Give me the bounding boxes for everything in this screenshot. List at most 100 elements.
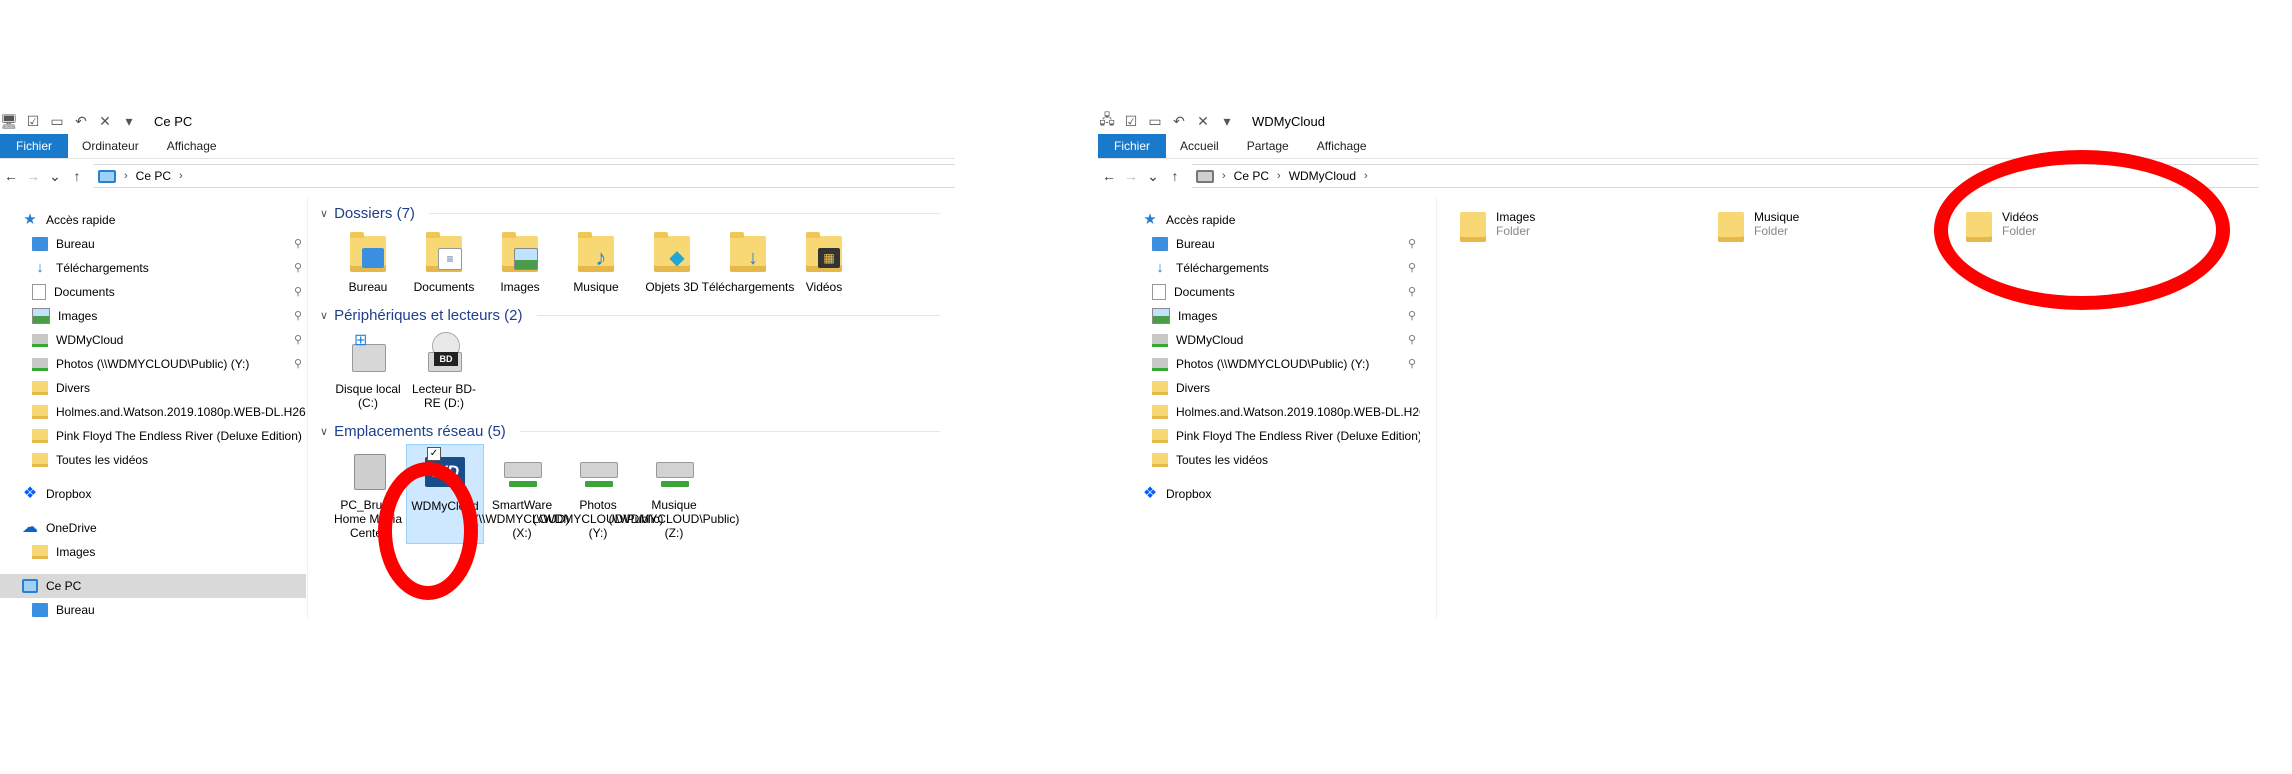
- nav-item[interactable]: Ce PC: [0, 574, 306, 598]
- pin-icon[interactable]: ⚲: [1408, 261, 1416, 274]
- properties-icon[interactable]: ☑: [1122, 112, 1140, 130]
- nav-item[interactable]: ★ Accès rapide: [0, 208, 306, 232]
- group-header-dossiers[interactable]: ∨ Dossiers (7): [320, 200, 940, 226]
- tile-label: Musique: [573, 280, 619, 294]
- nav-item[interactable]: Photos (\\WDMYCLOUD\Public) (Y:) ⚲: [1120, 352, 1420, 376]
- delete-icon[interactable]: ✕: [96, 112, 114, 130]
- new-folder-icon[interactable]: ▭: [1146, 112, 1164, 130]
- nav-item[interactable]: Bureau: [0, 598, 306, 622]
- nav-item[interactable]: ❖ Dropbox: [0, 482, 306, 506]
- nav-item[interactable]: ↓ Téléchargements ⚲: [0, 256, 306, 280]
- nav-item[interactable]: Holmes.and.Watson.2019.1080p.WEB-DL.H264…: [0, 400, 306, 424]
- pin-icon[interactable]: ⚲: [1408, 237, 1416, 250]
- chevron-right-icon[interactable]: ›: [1277, 170, 1281, 182]
- address-bar[interactable]: › Ce PC ›: [94, 164, 955, 188]
- nav-item[interactable]: Divers: [1120, 376, 1420, 400]
- folder-tile-images[interactable]: Images: [482, 226, 558, 298]
- chevron-right-icon[interactable]: ›: [179, 170, 183, 182]
- back-arrow-icon[interactable]: ←: [1098, 168, 1120, 184]
- chevron-right-icon[interactable]: ›: [124, 170, 128, 182]
- forward-arrow-icon[interactable]: →: [22, 168, 44, 184]
- nav-item-label: Photos (\\WDMYCLOUD\Public) (Y:): [1176, 357, 1370, 371]
- tab-accueil[interactable]: Accueil: [1166, 134, 1233, 158]
- chevron-right-icon[interactable]: ›: [1364, 170, 1368, 182]
- nav-item[interactable]: Photos (\\WDMYCLOUD\Public) (Y:) ⚲: [0, 352, 306, 376]
- undo-icon[interactable]: ↶: [1170, 112, 1188, 130]
- customize-qat-icon[interactable]: ▾: [1218, 112, 1236, 130]
- pin-icon[interactable]: ⚲: [1408, 333, 1416, 346]
- customize-qat-icon[interactable]: ▾: [120, 112, 138, 130]
- group-header-peripheriques[interactable]: ∨ Périphériques et lecteurs (2): [320, 302, 940, 328]
- nav-item[interactable]: Images ⚲: [0, 304, 306, 328]
- properties-icon[interactable]: ☑: [24, 112, 42, 130]
- nav-item[interactable]: Images: [0, 540, 306, 564]
- recent-locations-icon[interactable]: ⌄: [1142, 168, 1164, 185]
- folder-tile-videos[interactable]: ▦ Vidéos: [786, 226, 862, 298]
- folder-item-musique[interactable]: Musique Folder: [1718, 206, 1799, 242]
- pin-icon[interactable]: ⚲: [294, 237, 302, 250]
- tab-ordinateur[interactable]: Ordinateur: [68, 134, 153, 158]
- forward-arrow-icon[interactable]: →: [1120, 168, 1142, 184]
- nav-item[interactable]: WDMyCloud ⚲: [1120, 328, 1420, 352]
- nav-item[interactable]: Documents ⚲: [1120, 280, 1420, 304]
- chevron-down-icon[interactable]: ∨: [320, 425, 328, 438]
- nav-item[interactable]: Pink Floyd The Endless River (Deluxe Edi…: [0, 424, 306, 448]
- breadcrumb-wdmycloud[interactable]: WDMyCloud: [1289, 169, 1356, 183]
- breadcrumb-ce-pc[interactable]: Ce PC: [1234, 169, 1269, 183]
- up-arrow-icon[interactable]: ↑: [1164, 168, 1186, 184]
- nav-item[interactable]: ★ Accès rapide: [1120, 208, 1420, 232]
- recent-locations-icon[interactable]: ⌄: [44, 168, 66, 185]
- nav-item[interactable]: Divers: [0, 376, 306, 400]
- nav-item[interactable]: Holmes.and.Watson.2019.1080p.WEB-DL.H264…: [1120, 400, 1420, 424]
- back-arrow-icon[interactable]: ←: [0, 168, 22, 184]
- folder-tile-bureau[interactable]: Bureau: [330, 226, 406, 298]
- folder-icon: [32, 405, 48, 419]
- folder-tile-musique[interactable]: ♪ Musique: [558, 226, 634, 298]
- pane-divider[interactable]: [1436, 198, 1437, 618]
- folder-tile-telechargements[interactable]: ↓ Téléchargements: [702, 226, 794, 298]
- checkbox-icon[interactable]: ✓: [427, 447, 441, 461]
- group-header-emplacements-reseau[interactable]: ∨ Emplacements réseau (5): [320, 418, 940, 444]
- nav-item[interactable]: ☁ OneDrive: [0, 516, 306, 540]
- pc-icon: [22, 579, 38, 593]
- pin-icon[interactable]: ⚲: [1408, 285, 1416, 298]
- tab-affichage[interactable]: Affichage: [153, 134, 231, 158]
- network-tile-musique[interactable]: Musique (\\WDMYCLOUD\Public) (Z:): [609, 444, 739, 544]
- pin-icon[interactable]: ⚲: [294, 285, 302, 298]
- pin-icon[interactable]: ⚲: [1408, 309, 1416, 322]
- folder-item-images[interactable]: Images Folder: [1460, 206, 1535, 242]
- nav-item[interactable]: Pink Floyd The Endless River (Deluxe Edi…: [1120, 424, 1420, 448]
- new-folder-icon[interactable]: ▭: [48, 112, 66, 130]
- chevron-right-icon[interactable]: ›: [1222, 170, 1226, 182]
- pane-divider[interactable]: [307, 198, 308, 618]
- nav-item[interactable]: Images ⚲: [1120, 304, 1420, 328]
- nav-item[interactable]: Toutes les vidéos: [0, 448, 306, 472]
- undo-icon[interactable]: ↶: [72, 112, 90, 130]
- nav-item[interactable]: Documents ⚲: [0, 280, 306, 304]
- nav-item[interactable]: ↓ Téléchargements ⚲: [1120, 256, 1420, 280]
- nav-item-label: Dropbox: [1166, 487, 1212, 501]
- pin-icon[interactable]: ⚲: [294, 309, 302, 322]
- delete-icon[interactable]: ✕: [1194, 112, 1212, 130]
- chevron-down-icon[interactable]: ∨: [320, 309, 328, 322]
- folder-tile-objets-3d[interactable]: ◆ Objets 3D: [634, 226, 710, 298]
- nav-item[interactable]: Bureau ⚲: [0, 232, 306, 256]
- breadcrumb-ce-pc[interactable]: Ce PC: [136, 169, 171, 183]
- chevron-down-icon[interactable]: ∨: [320, 207, 328, 220]
- folder-tile-documents[interactable]: ≡ Documents: [406, 226, 482, 298]
- pin-icon[interactable]: ⚲: [294, 333, 302, 346]
- pin-icon[interactable]: ⚲: [294, 261, 302, 274]
- pin-icon[interactable]: ⚲: [294, 357, 302, 370]
- nav-item[interactable]: Toutes les vidéos: [1120, 448, 1420, 472]
- tab-fichier[interactable]: Fichier: [0, 134, 69, 158]
- nav-item[interactable]: ❖ Dropbox: [1120, 482, 1420, 506]
- nav-item[interactable]: Bureau ⚲: [1120, 232, 1420, 256]
- drive-tile-c[interactable]: ⊞ Disque local (C:): [330, 328, 406, 414]
- nav-item[interactable]: WDMyCloud ⚲: [0, 328, 306, 352]
- pin-icon[interactable]: ⚲: [1408, 357, 1416, 370]
- tab-affichage[interactable]: Affichage: [1303, 134, 1381, 158]
- up-arrow-icon[interactable]: ↑: [66, 168, 88, 184]
- tab-fichier[interactable]: Fichier: [1098, 134, 1167, 158]
- tab-partage[interactable]: Partage: [1233, 134, 1303, 158]
- drive-tile-d[interactable]: BD Lecteur BD-RE (D:): [406, 328, 482, 414]
